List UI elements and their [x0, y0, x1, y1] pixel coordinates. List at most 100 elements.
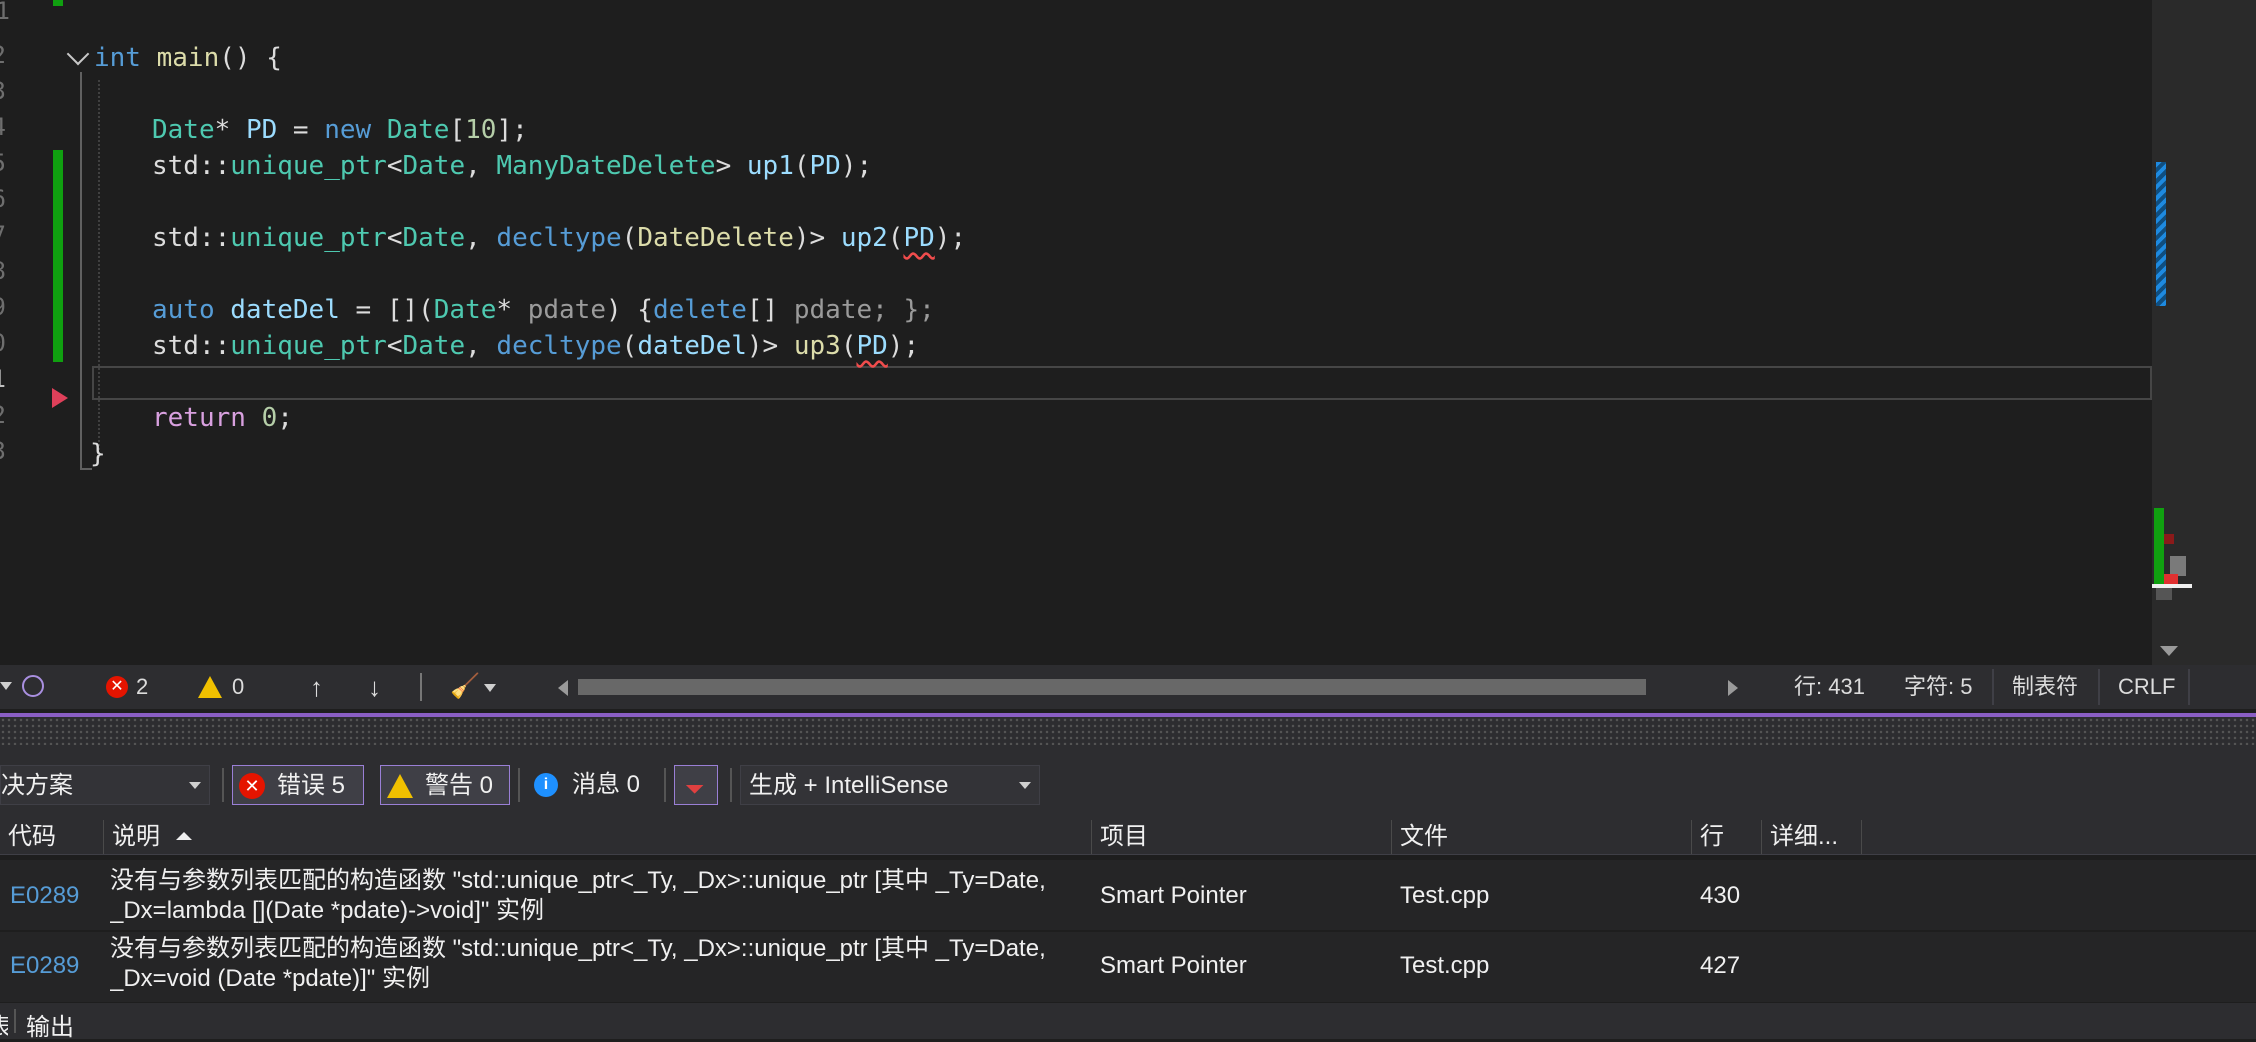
- scope-label: 决方案: [1, 772, 73, 799]
- vertical-scrollbar[interactable]: [2152, 0, 2256, 665]
- error-marker: [2164, 574, 2178, 584]
- line-number: 5: [0, 149, 6, 177]
- code-cleanup-brush-icon[interactable]: 🧹: [450, 665, 480, 709]
- change-marker: [53, 0, 63, 6]
- up-arrow-icon[interactable]: ↑: [310, 665, 323, 709]
- error-list-title-bar[interactable]: [0, 717, 2256, 745]
- errors-filter-button[interactable]: ✕ 错误 5: [232, 765, 364, 805]
- line-ending[interactable]: CRLF: [2118, 665, 2175, 709]
- line-number: 1: [0, 365, 6, 393]
- error-icon: ✕: [239, 773, 265, 799]
- warning-count[interactable]: 0: [232, 665, 244, 709]
- error-list-header: 代码 说明 项目 文件 行 详细...: [0, 820, 2256, 855]
- scrollbar-track: [2152, 0, 2256, 665]
- error-project: Smart Pointer: [1100, 882, 1247, 909]
- chevron-down-icon[interactable]: [66, 42, 90, 66]
- table-row[interactable]: E0289 没有与参数列表匹配的构造函数 "std::unique_ptr<_T…: [0, 860, 2256, 930]
- error-marker: [2164, 534, 2174, 544]
- line-number: 4: [0, 113, 6, 141]
- map-block: [2156, 588, 2172, 600]
- error-code[interactable]: E0289: [10, 882, 79, 910]
- code-editor[interactable]: 1 2 3 4 5 6 7 8 9 0 1 2 3 int main() { D…: [0, 0, 2152, 665]
- table-row[interactable]: E0289 没有与参数列表匹配的构造函数 "std::unique_ptr<_T…: [0, 932, 2256, 1002]
- warnings-filter-label: 警告 0: [425, 772, 494, 799]
- code-line-10: std::unique_ptr<Date, decltype(dateDel)>…: [152, 331, 920, 361]
- separator: [420, 673, 422, 701]
- error-count[interactable]: 2: [136, 665, 148, 709]
- horizontal-scrollbar-thumb[interactable]: [578, 679, 1646, 695]
- column-header-description[interactable]: 说明: [104, 820, 1092, 854]
- separator: [222, 768, 224, 802]
- code-line-13: }: [90, 439, 106, 469]
- error-line: 430: [1700, 882, 1741, 909]
- indent-guide: [98, 80, 100, 458]
- char-indicator[interactable]: 字符: 5: [1904, 665, 1972, 709]
- scroll-right-arrow-icon[interactable]: [1728, 680, 1738, 696]
- line-number: 1: [0, 0, 10, 23]
- error-project: Smart Pointer: [1100, 952, 1247, 979]
- next-statement-arrow-icon[interactable]: [52, 388, 68, 408]
- indent-mode[interactable]: 制表符: [2012, 665, 2078, 709]
- dropdown-arrow-icon[interactable]: [0, 682, 12, 690]
- errors-filter-label: 错误 5: [277, 772, 346, 799]
- error-description: 没有与参数列表匹配的构造函数 "std::unique_ptr<_Ty, _Dx…: [110, 866, 1090, 926]
- row-marker: [0, 870, 6, 894]
- outline-bracket: [80, 72, 92, 470]
- line-number: 6: [0, 185, 6, 213]
- error-file: Test.cpp: [1400, 882, 1490, 909]
- scroll-down-arrow-icon[interactable]: [2160, 646, 2178, 656]
- separator: [14, 1009, 16, 1033]
- info-icon: i: [534, 773, 558, 797]
- messages-filter-label: 消息 0: [572, 771, 641, 798]
- error-list-toolbar: 决方案 ✕ 错误 5 警告 0 i 消息 0 ⏷ 生成 + IntelliSen…: [0, 750, 2256, 820]
- separator: [2098, 669, 2100, 705]
- change-marker: [53, 150, 63, 362]
- error-line: 427: [1700, 952, 1741, 979]
- editor-status-bar: ✕ 2 0 ↑ ↓ 🧹 行: 431 字符: 5 制表符 CRLF: [0, 665, 2256, 709]
- dropdown-arrow-icon[interactable]: [484, 684, 496, 692]
- warning-icon: [387, 774, 413, 798]
- code-line-4: Date* PD = new Date[10];: [152, 115, 528, 145]
- separator: [730, 768, 732, 802]
- line-number: 3: [0, 437, 6, 465]
- line-number: 8: [0, 257, 6, 285]
- column-header-details[interactable]: 详细...: [1762, 820, 1862, 854]
- line-indicator[interactable]: 行: 431: [1794, 665, 1865, 709]
- line-number: 2: [0, 41, 6, 69]
- tab-error-list[interactable]: 表: [0, 1007, 8, 1042]
- separator: [518, 768, 520, 802]
- line-number: 9: [0, 293, 6, 321]
- line-number: 3: [0, 77, 6, 105]
- error-icon: ✕: [106, 676, 128, 698]
- error-description-line-2: _Dx=lambda [](Date *pdate)->void]" 实例: [110, 897, 545, 924]
- error-description-line-2: _Dx=void (Date *pdate)]" 实例: [110, 965, 430, 992]
- filter-icon: ⏷: [685, 776, 705, 803]
- code-line-7: std::unique_ptr<Date, decltype(DateDelet…: [152, 223, 967, 253]
- scope-dropdown[interactable]: 决方案: [0, 765, 210, 805]
- code-line-5: std::unique_ptr<Date, ManyDateDelete> up…: [152, 151, 873, 181]
- filter-button[interactable]: ⏷: [674, 765, 718, 805]
- messages-filter-button[interactable]: i 消息 0: [526, 765, 658, 805]
- separator: [2188, 669, 2190, 705]
- error-code[interactable]: E0289: [10, 952, 79, 980]
- separator: [1992, 669, 1994, 705]
- separator: [664, 768, 666, 802]
- code-line-2: int main() {: [94, 43, 282, 73]
- change-indicator: [2156, 162, 2166, 306]
- down-arrow-icon[interactable]: ↓: [368, 665, 381, 709]
- error-file: Test.cpp: [1400, 952, 1490, 979]
- column-header-file[interactable]: 文件: [1392, 820, 1692, 854]
- tab-output[interactable]: 输出: [26, 1007, 74, 1042]
- intellicode-icon[interactable]: [22, 675, 44, 697]
- column-header-line[interactable]: 行: [1692, 820, 1762, 854]
- error-description: 没有与参数列表匹配的构造函数 "std::unique_ptr<_Ty, _Dx…: [110, 934, 1090, 994]
- build-source-dropdown[interactable]: 生成 + IntelliSense: [740, 765, 1040, 805]
- code-line-9: auto dateDel = [](Date* pdate) {delete[]…: [152, 295, 935, 325]
- column-header-project[interactable]: 项目: [1092, 820, 1392, 854]
- scroll-left-arrow-icon[interactable]: [558, 680, 568, 696]
- error-description-line-1: 没有与参数列表匹配的构造函数 "std::unique_ptr<_Ty, _Dx…: [110, 935, 1046, 962]
- warnings-filter-button[interactable]: 警告 0: [380, 765, 510, 805]
- column-header-code[interactable]: 代码: [0, 820, 104, 854]
- line-number: 2: [0, 401, 6, 429]
- chevron-down-icon: [1019, 782, 1031, 789]
